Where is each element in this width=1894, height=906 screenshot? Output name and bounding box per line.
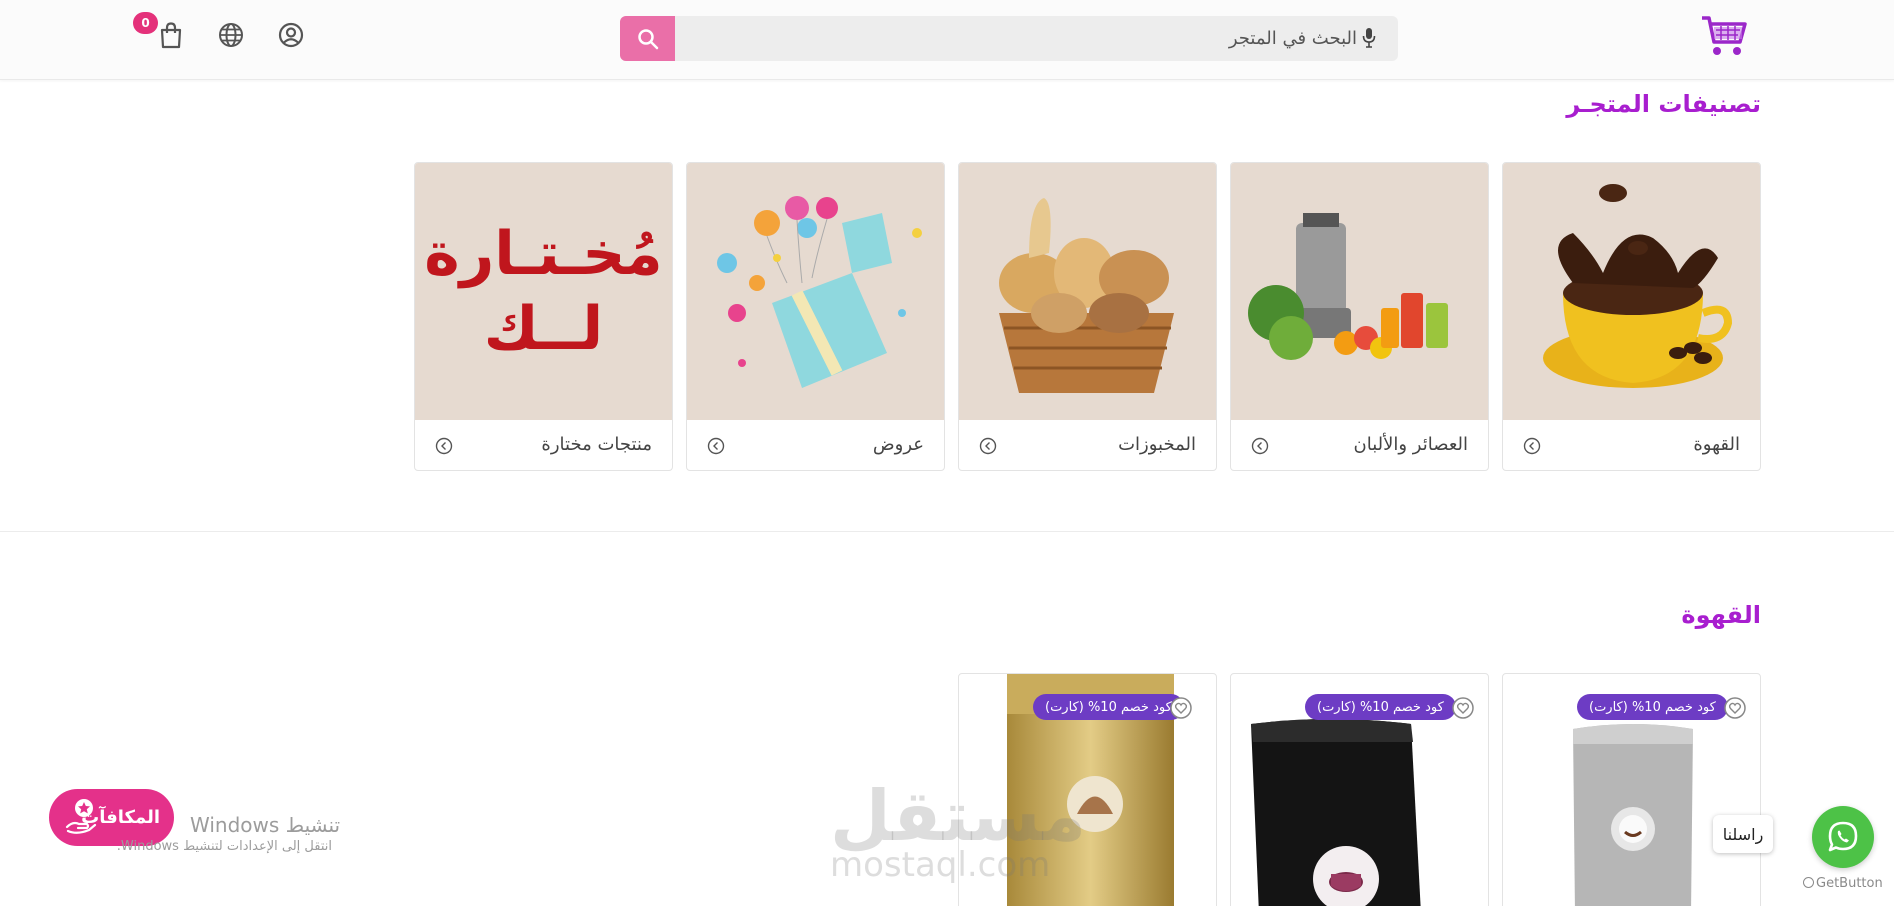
offers-category-image xyxy=(687,163,944,420)
chevron-circle-icon xyxy=(1523,437,1541,455)
top-header: 0 xyxy=(0,0,1894,80)
search-icon xyxy=(637,28,658,49)
selected-for-you-line2: لــك xyxy=(483,293,604,364)
product-card[interactable]: كود خصم 10% (كارت) xyxy=(1230,673,1489,906)
coffee-category-image xyxy=(1503,163,1760,420)
windows-activation-title: تنشيط Windows xyxy=(190,813,341,837)
category-label: منتجات مختارة xyxy=(541,434,652,455)
account-icon[interactable] xyxy=(276,20,306,50)
category-label: المخبوزات xyxy=(1118,434,1196,455)
whatsapp-icon xyxy=(1828,821,1858,852)
category-card-coffee[interactable]: القهوة xyxy=(1502,162,1761,471)
category-label: العصائر والألبان xyxy=(1353,434,1468,455)
category-card-bakery[interactable]: المخبوزات xyxy=(958,162,1217,471)
categories-title: تصنيفات المتجـر xyxy=(1566,90,1761,118)
language-globe-icon[interactable] xyxy=(216,20,246,50)
section-divider xyxy=(0,531,1894,532)
search-input[interactable] xyxy=(675,16,1363,61)
store-logo-cart-icon[interactable] xyxy=(1700,12,1748,60)
search-button[interactable] xyxy=(620,16,675,61)
category-label: القهوة xyxy=(1693,434,1740,455)
category-card-offers[interactable]: عروض xyxy=(686,162,945,471)
category-card-juices-dairy[interactable]: العصائر والألبان xyxy=(1230,162,1489,471)
coffee-section-title: القهوة xyxy=(1681,601,1761,629)
bakery-category-image xyxy=(959,163,1216,420)
discount-badge: كود خصم 10% (كارت) xyxy=(1305,694,1456,720)
rewards-button[interactable]: المكافآت xyxy=(49,789,174,846)
category-label: عروض xyxy=(872,434,924,455)
windows-activation-subtitle: انتقل إلى الإعدادات لتنشيط Windows. xyxy=(116,839,332,854)
mostaql-watermark: مستقل mostaql.com xyxy=(830,775,1087,885)
microphone-icon[interactable] xyxy=(1362,27,1376,49)
whatsapp-button[interactable] xyxy=(1812,806,1874,868)
selected-for-you-line1: مُخـتـارة xyxy=(424,218,663,289)
rewards-hand-star-icon xyxy=(65,799,97,834)
wishlist-icon[interactable] xyxy=(1169,696,1193,720)
page: 0 تصنيفات المتجـر القهوة xyxy=(0,0,1894,906)
wishlist-icon[interactable] xyxy=(1723,696,1747,720)
whatsapp-tooltip[interactable]: راسلنا xyxy=(1713,815,1773,853)
cart-count-badge: 0 xyxy=(133,12,158,34)
wishlist-icon[interactable] xyxy=(1451,696,1475,720)
discount-badge: كود خصم 10% (كارت) xyxy=(1577,694,1728,720)
chevron-circle-icon xyxy=(1251,437,1269,455)
shopping-bag-icon[interactable] xyxy=(156,20,186,50)
getbutton-logo-icon xyxy=(1803,877,1814,888)
chevron-circle-icon xyxy=(979,437,997,455)
juices-category-image xyxy=(1231,163,1488,420)
getbutton-credit[interactable]: GetButton xyxy=(1803,876,1883,891)
search-bar xyxy=(620,16,1398,61)
chevron-circle-icon xyxy=(707,437,725,455)
product-card[interactable]: كود خصم 10% (كارت) xyxy=(1502,673,1761,906)
chevron-circle-icon xyxy=(435,437,453,455)
category-card-selected-products[interactable]: مُخـتـارة لــك منتجات مختارة xyxy=(414,162,673,471)
discount-badge: كود خصم 10% (كارت) xyxy=(1033,694,1184,720)
selected-products-category-image: مُخـتـارة لــك xyxy=(415,163,672,420)
